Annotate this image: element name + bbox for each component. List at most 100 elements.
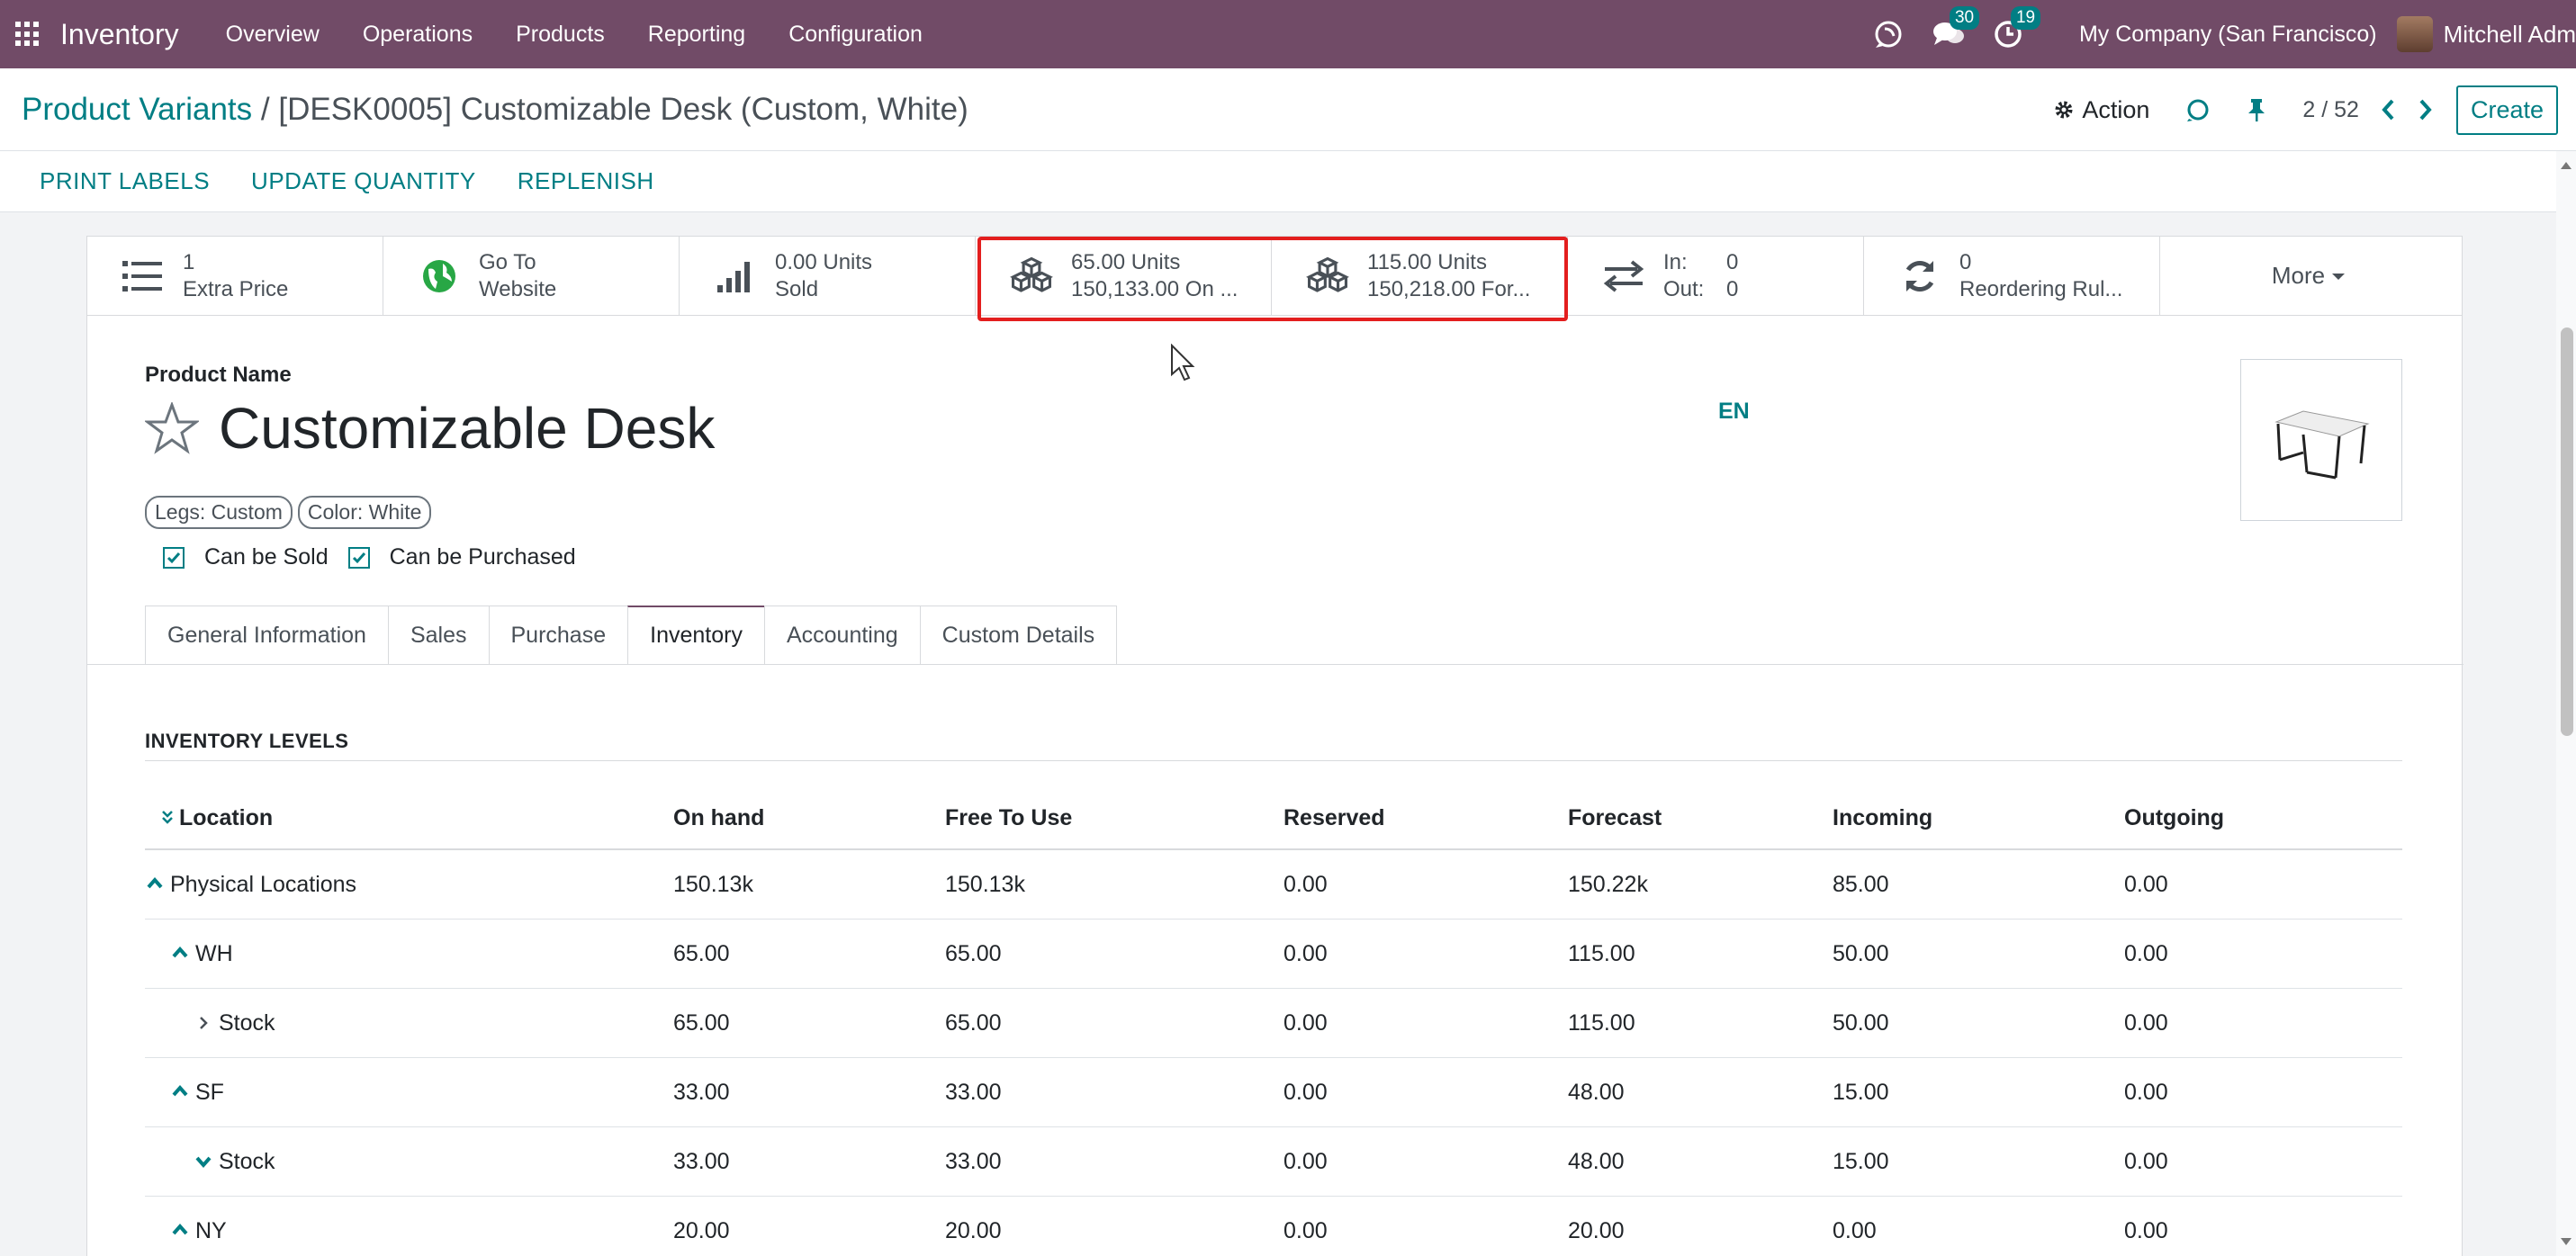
can-be-sold-label: Can be Sold	[204, 544, 329, 570]
col-forecast[interactable]: Forecast	[1568, 805, 1833, 831]
product-image[interactable]	[2240, 359, 2402, 521]
cell-reserved: 0.00	[1283, 1217, 1328, 1243]
chevron-up-icon	[172, 1084, 188, 1097]
tab-custom-details[interactable]: Custom Details	[919, 606, 1118, 665]
on-hand-button[interactable]: 65.00 Units 150,133.00 On ...	[976, 237, 1272, 315]
more-dropdown-button[interactable]: More	[2160, 237, 2456, 315]
location-name: WH	[195, 940, 233, 966]
messages-icon[interactable]: 30	[1932, 6, 1980, 49]
tab-purchase[interactable]: Purchase	[488, 606, 628, 665]
update-quantity-button[interactable]: UPDATE QUANTITY	[251, 167, 476, 195]
tab-sales[interactable]: Sales	[387, 606, 489, 665]
location-expander[interactable]: NY	[145, 1218, 227, 1244]
product-name-field[interactable]: Customizable Desk	[219, 395, 715, 462]
location-name: SF	[195, 1079, 224, 1105]
out-label: Out:	[1663, 276, 1705, 301]
tab-accounting[interactable]: Accounting	[763, 606, 920, 665]
extra-price-value: 1	[183, 249, 195, 274]
form-sheet: 1 Extra Price Go To Website 0.00 Units Sold…	[86, 236, 2463, 1256]
app-brand[interactable]: Inventory	[60, 18, 179, 51]
cell-forecast: 48.00	[1568, 1079, 1625, 1105]
breadcrumb-separator: /	[260, 92, 270, 127]
can-be-sold-checkbox[interactable]	[163, 546, 185, 569]
can-be-purchased-checkbox[interactable]	[347, 546, 370, 569]
sold-value: 0.00 Units	[775, 249, 873, 274]
pager-next-icon[interactable]	[2418, 98, 2433, 121]
double-chevron-down-icon	[162, 811, 173, 824]
reordering-rules-button[interactable]: 0 Reordering Rul...	[1864, 237, 2160, 315]
pin-icon[interactable]	[2247, 97, 2266, 122]
table-row: Stock 65.00 65.00 0.00 115.00 50.00 0.00	[145, 989, 2402, 1058]
location-expander[interactable]: SF	[145, 1080, 224, 1106]
scroll-down-icon[interactable]	[2561, 1238, 2571, 1245]
cell-outgoing: 0.00	[2124, 1217, 2168, 1243]
menu-operations[interactable]: Operations	[341, 22, 494, 48]
tab-general-information[interactable]: General Information	[145, 606, 388, 665]
pager-value[interactable]: 2 / 52	[2302, 97, 2359, 123]
scroll-up-icon[interactable]	[2561, 162, 2571, 169]
top-navbar: Inventory Overview Operations Products R…	[0, 0, 2576, 68]
menu-overview[interactable]: Overview	[204, 22, 341, 48]
cell-free: 33.00	[945, 1148, 1002, 1174]
user-menu[interactable]: Mitchell Adm	[2444, 21, 2576, 49]
variant-tags: Legs: Custom Color: White	[145, 496, 437, 529]
table-row: WH 65.00 65.00 0.00 115.00 50.00 0.00	[145, 920, 2402, 989]
sold-button[interactable]: 0.00 Units Sold	[680, 237, 976, 315]
extra-price-button[interactable]: 1 Extra Price	[87, 237, 383, 315]
print-labels-button[interactable]: PRINT LABELS	[40, 167, 210, 195]
col-incoming[interactable]: Incoming	[1833, 805, 2124, 831]
menu-configuration[interactable]: Configuration	[767, 22, 944, 48]
breadcrumb-product-variants[interactable]: Product Variants	[22, 92, 252, 127]
extra-price-label: Extra Price	[183, 276, 289, 301]
voip-icon[interactable]	[1872, 18, 1905, 50]
in-out-button[interactable]: In: 0 Out: 0	[1568, 237, 1864, 315]
table-body: Physical Locations 150.13k 150.13k 0.00 150.…	[145, 850, 2402, 1256]
col-reserved[interactable]: Reserved	[1283, 805, 1568, 831]
create-button[interactable]: Create	[2455, 85, 2558, 135]
location-name: Physical Locations	[170, 871, 357, 897]
forecasted-button[interactable]: 115.00 Units 150,218.00 For...	[1272, 237, 1568, 315]
app-menu-grid-icon[interactable]	[15, 22, 41, 47]
cubes-icon	[1010, 256, 1053, 297]
replenish-button[interactable]: REPLENISH	[518, 167, 654, 195]
cell-incoming: 0.00	[1833, 1217, 1877, 1243]
favorite-star-icon[interactable]	[145, 402, 199, 454]
messages-count-badge: 30	[1949, 6, 1980, 30]
cell-forecast: 115.00	[1568, 1009, 1635, 1036]
pager-previous-icon[interactable]	[2381, 98, 2395, 121]
on-hand-label: 150,133.00 On ...	[1071, 276, 1238, 301]
table-header: Location On hand Free To Use Reserved Fo…	[145, 787, 2402, 850]
tab-inventory[interactable]: Inventory	[627, 606, 764, 665]
location-expander[interactable]: Stock	[145, 1149, 275, 1175]
col-location[interactable]: Location	[145, 805, 673, 831]
company-switcher[interactable]: My Company (San Francisco)	[2079, 22, 2377, 48]
cell-incoming: 50.00	[1833, 940, 1889, 966]
location-expander[interactable]: Stock	[145, 1010, 275, 1036]
col-on-hand[interactable]: On hand	[673, 805, 945, 831]
go-to-website-button[interactable]: Go To Website	[383, 237, 680, 315]
check-icon	[352, 552, 365, 563]
scrollbar-thumb[interactable]	[2561, 327, 2573, 736]
smart-buttons: 1 Extra Price Go To Website 0.00 Units Sold…	[87, 237, 2462, 316]
cell-reserved: 0.00	[1283, 1009, 1328, 1036]
cubes-icon	[1306, 256, 1349, 297]
menu-reporting[interactable]: Reporting	[626, 22, 767, 48]
inventory-levels-title: INVENTORY LEVELS	[145, 730, 349, 752]
list-icon	[122, 259, 165, 293]
location-expander[interactable]: WH	[145, 941, 233, 967]
action-menu-button[interactable]: Action	[2053, 96, 2149, 124]
discard-refresh-icon[interactable]	[2185, 97, 2211, 122]
page-scrollbar[interactable]	[2556, 151, 2576, 1256]
user-avatar[interactable]	[2396, 16, 2433, 52]
globe-icon	[418, 258, 461, 294]
activities-clock-icon[interactable]: 19	[1993, 6, 2041, 49]
col-free-to-use[interactable]: Free To Use	[945, 805, 1283, 831]
col-outgoing[interactable]: Outgoing	[2124, 805, 2402, 831]
form-action-bar: PRINT LABELS UPDATE QUANTITY REPLENISH	[0, 151, 2576, 212]
caret-down-icon	[2332, 273, 2346, 280]
location-expander[interactable]: Physical Locations	[145, 872, 356, 898]
reordering-label: Reordering Rul...	[1959, 276, 2123, 301]
chevron-up-icon	[172, 946, 188, 958]
menu-products[interactable]: Products	[494, 22, 626, 48]
language-translate-button[interactable]: EN	[1718, 399, 1750, 425]
